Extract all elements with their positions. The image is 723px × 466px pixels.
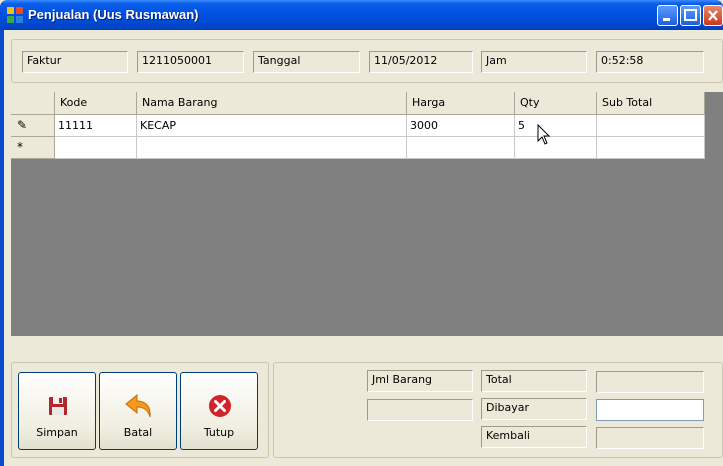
tanggal-label: Tanggal — [253, 51, 360, 73]
cell-sub-total[interactable] — [597, 115, 705, 137]
faktur-label: Faktur — [22, 51, 128, 73]
total-label: Total — [481, 370, 587, 392]
faktur-value: 1211050001 — [137, 51, 244, 73]
column-header-nama-barang[interactable]: Nama Barang — [137, 92, 407, 115]
close-button[interactable]: Tutup — [180, 372, 258, 450]
row-header-new[interactable]: * — [11, 137, 55, 159]
sales-grid[interactable]: Kode Nama Barang Harga Qty Sub Total ✎ 1… — [11, 92, 723, 336]
row-header-editing[interactable]: ✎ — [11, 115, 55, 137]
new-row-cell-qty[interactable] — [515, 137, 597, 159]
new-row-cell-kode[interactable] — [55, 137, 137, 159]
cell-kode[interactable]: 11111 — [55, 115, 137, 137]
kembali-label: Kembali — [481, 426, 587, 448]
maximize-icon — [684, 9, 697, 21]
floppy-disk-icon — [49, 397, 67, 415]
column-header-sub-total[interactable]: Sub Total — [597, 92, 705, 115]
close-button-label: Tutup — [203, 426, 235, 439]
dibayar-input[interactable] — [596, 399, 704, 421]
column-header-harga[interactable]: Harga — [407, 92, 515, 115]
window-title: Penjualan (Uus Rusmawan) — [28, 7, 199, 22]
save-button[interactable]: Simpan — [18, 372, 96, 450]
tanggal-value: 11/05/2012 — [369, 51, 473, 73]
maximize-button[interactable] — [680, 5, 701, 26]
cell-qty[interactable]: 5 — [515, 115, 597, 137]
kembali-field — [596, 427, 704, 449]
new-row-cell-sub-total[interactable] — [597, 137, 705, 159]
cancel-button-label: Batal — [123, 426, 153, 439]
total-field — [596, 371, 704, 393]
pencil-icon: ✎ — [17, 118, 28, 132]
column-header-qty[interactable]: Qty — [515, 92, 597, 115]
new-row-asterisk-icon: * — [17, 140, 23, 154]
app-icon[interactable] — [7, 7, 23, 23]
mouse-cursor-icon — [537, 124, 551, 145]
save-button-label: Simpan — [36, 426, 78, 439]
new-row-cell-nama-barang[interactable] — [137, 137, 407, 159]
jam-label: Jam — [481, 51, 587, 73]
close-icon — [708, 10, 718, 21]
close-circle-icon — [209, 395, 231, 417]
title-bar[interactable]: Penjualan (Uus Rusmawan) — [0, 0, 723, 30]
cell-harga[interactable]: 3000 — [407, 115, 515, 137]
undo-arrow-icon — [125, 393, 151, 418]
jml-barang-field — [367, 399, 473, 421]
cell-nama-barang[interactable]: KECAP — [137, 115, 407, 137]
sales-window: Penjualan (Uus Rusmawan) Faktur 12110500… — [0, 0, 723, 466]
close-window-button[interactable] — [703, 5, 723, 26]
grid-corner-header — [11, 92, 55, 115]
minimize-button[interactable] — [657, 5, 678, 26]
column-header-kode[interactable]: Kode — [55, 92, 137, 115]
jml-barang-label: Jml Barang — [367, 370, 473, 392]
dibayar-label: Dibayar — [481, 398, 587, 420]
new-row-cell-harga[interactable] — [407, 137, 515, 159]
jam-value: 0:52:58 — [596, 51, 704, 73]
minimize-icon — [663, 18, 670, 21]
cancel-button[interactable]: Batal — [99, 372, 177, 450]
window-frame-left — [0, 30, 4, 466]
